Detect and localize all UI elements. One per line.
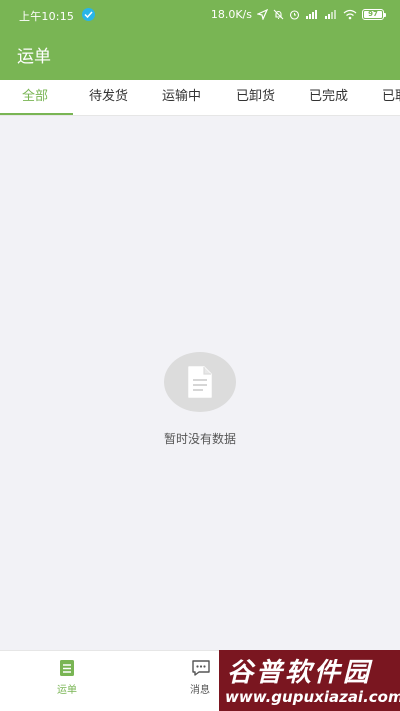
watermark-url: www.gupuxiazai.com: [225, 688, 400, 706]
tab-in-transit[interactable]: 运输中: [162, 80, 201, 115]
status-indicators: 18.0K/s 97: [210, 7, 386, 21]
mute-bell-icon: [273, 9, 284, 19]
status-time: 上午10:15: [19, 10, 75, 23]
active-tab-indicator: [0, 113, 73, 115]
site-watermark: 谷普软件园 www.gupuxiazai.com: [219, 650, 400, 711]
tab-cancelled[interactable]: 已取: [382, 80, 400, 115]
signal-icon-secondary: [325, 9, 336, 19]
nav-label-waybill: 运单: [57, 685, 77, 696]
tab-completed[interactable]: 已完成: [309, 80, 348, 115]
page-title: 运单: [17, 47, 51, 67]
alarm-icon: [289, 9, 300, 20]
empty-state-message: 暂时没有数据: [163, 432, 236, 446]
watermark-title: 谷普软件园: [227, 658, 373, 688]
network-speed: 18.0K/s: [210, 7, 252, 21]
battery-icon: 97: [362, 8, 386, 20]
status-tabs: 全部 待发货 运输中 已卸货 已完成 已取: [0, 80, 400, 116]
wifi-icon: [343, 9, 357, 19]
nav-item-waybill[interactable]: 运单: [37, 651, 97, 711]
notification-check-icon: [82, 8, 95, 21]
battery-level: 97: [368, 9, 378, 18]
empty-state-icon-bg: [164, 352, 236, 412]
app-header: 上午10:15 18.0K/s 97 运单: [0, 0, 400, 80]
tab-pending-shipment[interactable]: 待发货: [89, 80, 128, 115]
status-bar: 上午10:15 18.0K/s 97: [0, 0, 400, 30]
document-icon: [188, 366, 212, 398]
tab-all[interactable]: 全部: [22, 80, 48, 115]
signal-icon: [306, 9, 317, 19]
location-icon: [257, 8, 268, 20]
message-icon: [192, 660, 210, 676]
waybill-icon: [60, 660, 74, 676]
tab-unloaded[interactable]: 已卸货: [236, 80, 275, 115]
